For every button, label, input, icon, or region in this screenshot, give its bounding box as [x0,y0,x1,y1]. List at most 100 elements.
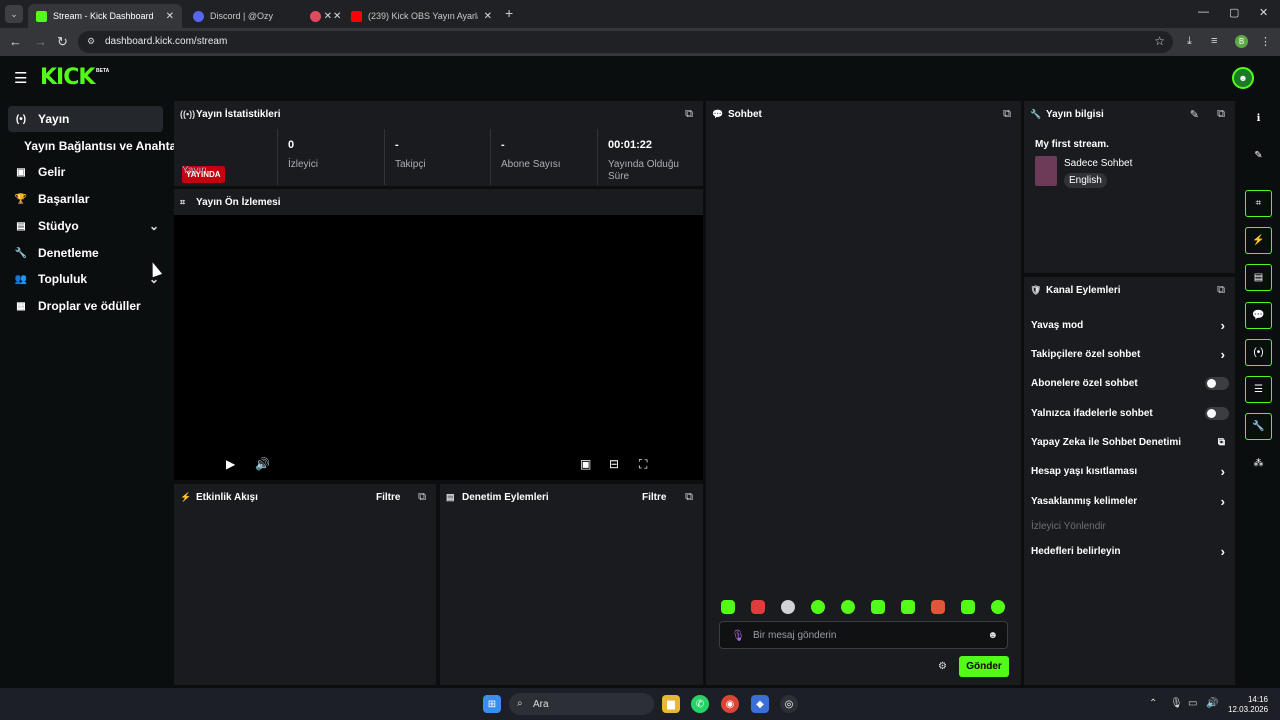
action-slow-mode[interactable]: Yavaş mod › [1031,315,1229,335]
action-banned-words[interactable]: Yasaklanmış kelimeler › [1031,491,1229,511]
action-follower-only[interactable]: Takipçilere özel sohbet › [1031,344,1229,364]
taskbar-clock[interactable]: 14:16 12.03.2026 [1228,695,1268,715]
emote-button[interactable] [841,600,855,614]
filter-button[interactable]: Filtre [376,492,400,503]
action-ai-moderation[interactable]: Yapay Zeka ile Sohbet Denetimi ⧉ [1031,432,1229,452]
emote-only-toggle[interactable] [1205,406,1229,420]
microphone-icon[interactable]: 🎙 [1170,698,1183,709]
log-panel-toggle-icon[interactable]: ▤ [1245,264,1272,291]
preview-panel-toggle-icon[interactable]: ⌗ [1245,190,1272,217]
whatsapp-icon[interactable]: ✆ [691,695,709,713]
volume-icon[interactable]: 🔊 [255,457,270,471]
minimize-icon[interactable]: — [1198,6,1209,18]
address-bar-row: ← → ↻ ⚙ dashboard.kick.com/stream ☆ ⤓ ≡ … [0,28,1280,56]
mini-player-icon[interactable]: ▣ [580,457,591,471]
tab-recording[interactable]: ✕ [302,4,342,28]
site-info-icon[interactable]: ⚙ [87,36,95,47]
emote-button[interactable] [931,600,945,614]
emote-button[interactable] [751,600,765,614]
chevron-down-icon[interactable]: ⌄ [149,219,159,233]
kick-logo[interactable]: KICK [40,65,95,90]
emoji-icon[interactable]: ☻ [987,630,998,641]
obs-icon[interactable]: ◎ [780,695,798,713]
browser-menu-icon[interactable]: ⋮ [1260,35,1271,48]
maximize-icon[interactable]: ▢ [1229,6,1239,19]
profile-avatar[interactable]: B [1235,35,1248,48]
chat-input[interactable]: 🎙 Bir mesaj gönderin ☻ [719,621,1008,649]
user-avatar[interactable]: ☻ [1232,67,1254,89]
sidebar-subitem-stream-key[interactable]: Yayın Bağlantısı ve Anahtarı [24,139,184,153]
reload-icon[interactable]: ↻ [57,34,68,50]
wrench-panel-toggle-icon[interactable]: 🔧 [1245,413,1272,440]
activity-panel-toggle-icon[interactable]: ⚡ [1245,227,1272,254]
emote-button[interactable] [991,600,1005,614]
forward-icon[interactable]: → [34,34,47,49]
close-icon[interactable]: ✕ [484,11,492,22]
sidebar-item-droplar[interactable]: ▦ Droplar ve ödüller [8,293,163,319]
category-name[interactable]: Sadece Sohbet [1064,158,1132,169]
app-icon[interactable]: ◆ [751,695,769,713]
fullscreen-icon[interactable]: ⛶ [639,457,647,472]
popout-icon[interactable]: ⧉ [685,491,693,504]
edit-icon[interactable]: ✎ [1190,108,1199,121]
sidebar-item-gelir[interactable]: ▣ Gelir [8,159,163,185]
tab-search-button[interactable]: ⌄ [5,5,23,23]
popout-icon[interactable]: ⧉ [685,108,693,121]
close-icon[interactable]: ✕ [166,11,174,22]
windows-start-icon[interactable]: ⊞ [483,695,501,713]
theater-mode-icon[interactable]: ⊟ [609,457,619,471]
taskbar-search[interactable]: ⌕ Ara [509,693,654,715]
sidebar-item-topluluk[interactable]: 👥 Topluluk ⌄ [8,266,163,292]
chat-panel-toggle-icon[interactable]: 💬 [1245,302,1272,329]
popout-icon[interactable]: ⧉ [1217,284,1225,297]
emote-button[interactable] [811,600,825,614]
close-icon[interactable]: ✕ [333,11,341,22]
edit-icon[interactable]: ✎ [1245,142,1272,169]
file-explorer-icon[interactable]: ▆ [662,695,680,713]
send-button[interactable]: Gönder [959,656,1009,677]
sidebar-item-label: Denetleme [38,246,99,260]
menu-icon[interactable]: ☰ [14,69,27,87]
action-account-age[interactable]: Hesap yaşı kısıtlaması › [1031,461,1229,481]
tab-kick-dashboard[interactable]: Stream - Kick Dashboard ✕ [28,4,182,28]
emote-button[interactable] [961,600,975,614]
action-label: Yapay Zeka ile Sohbet Denetimi [1031,436,1182,448]
action-emote-only: Yalnızca ifadelerle sohbet [1031,403,1229,423]
panel-title: Etkinlik Akışı [196,491,258,503]
sidebar-item-denetleme[interactable]: 🔧 Denetleme [8,240,163,266]
sidebar-item-basarilar[interactable]: 🏆 Başarılar [8,186,163,212]
action-set-goals[interactable]: Hedefleri belirleyin › [1031,541,1229,561]
sidebar-item-yayin[interactable]: (•) Yayın [8,106,163,132]
more-panels-icon[interactable]: ⁂ [1245,450,1272,477]
broadcast-panel-toggle-icon[interactable]: (•) [1245,339,1272,366]
play-icon[interactable]: ▶ [226,457,235,471]
emote-button[interactable] [871,600,885,614]
chrome-icon[interactable]: ◉ [721,695,739,713]
download-icon[interactable]: ⤓ [1187,35,1192,48]
filter-button[interactable]: Filtre [642,492,666,503]
tray-overflow-icon[interactable]: ⌃ [1149,698,1157,709]
media-queue-icon[interactable]: ≡ [1211,35,1217,47]
sidebar-item-studyo[interactable]: ▤ Stüdyo ⌄ [8,213,163,239]
back-icon[interactable]: ← [9,34,22,49]
volume-icon[interactable]: 🔊 [1206,698,1218,709]
emote-button[interactable] [721,600,735,614]
tab-youtube[interactable]: (239) Kick OBS Yayın Ayarları N ✕ [343,4,500,28]
new-tab-button[interactable]: + [505,5,513,21]
window-close-icon[interactable]: ✕ [1259,6,1268,19]
emote-button[interactable] [781,600,795,614]
popout-icon[interactable]: ⧉ [1003,108,1011,121]
network-icon[interactable]: ▭ [1188,698,1197,709]
popout-icon[interactable]: ⧉ [418,491,426,504]
actions-panel-toggle-icon[interactable]: ☰ [1245,376,1272,403]
sidebar-item-label: Topluluk [38,272,88,286]
popout-icon[interactable]: ⧉ [1217,108,1225,121]
subscriber-only-toggle[interactable] [1205,376,1229,390]
microphone-icon[interactable]: 🎙 [731,629,745,642]
url-field[interactable]: ⚙ dashboard.kick.com/stream ☆ [78,31,1173,53]
panel-header: 💬 Sohbet [706,101,1021,127]
chat-settings-icon[interactable]: ⚙ [938,661,947,672]
emote-button[interactable] [901,600,915,614]
info-icon[interactable]: ℹ [1245,105,1272,132]
bookmark-star-icon[interactable]: ☆ [1154,34,1165,48]
